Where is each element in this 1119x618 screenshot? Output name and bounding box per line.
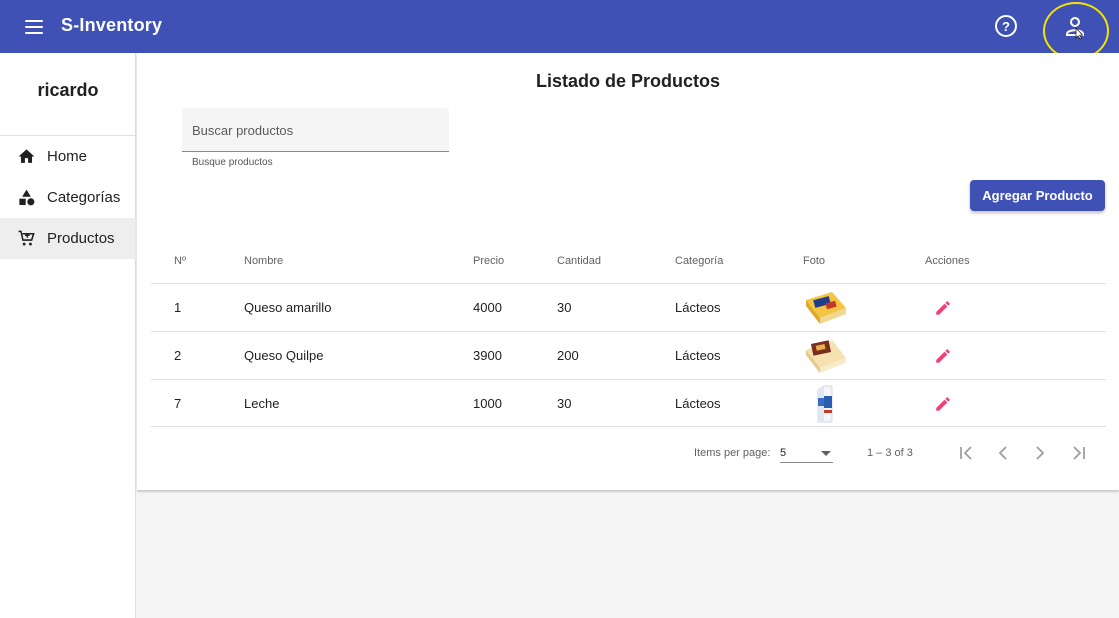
- table-row: 7 Leche 1000 30 Lácteos: [151, 379, 1106, 427]
- menu-icon-bar: [25, 20, 43, 22]
- paginator: Items per page: 5 1 – 3 of 3: [137, 441, 1119, 465]
- column-header: Categoría: [675, 255, 724, 267]
- help-icon[interactable]: ?: [995, 15, 1017, 37]
- quilpe-cheese-photo: [806, 340, 846, 373]
- page-title: Listado de Productos: [535, 71, 721, 91]
- sidebar-item-label: Home: [47, 148, 88, 165]
- cell-cantidad: 30: [557, 300, 572, 315]
- last-page-icon[interactable]: [1067, 441, 1091, 465]
- items-per-page-label: Items per page:: [694, 447, 771, 459]
- previous-page-icon[interactable]: [991, 441, 1015, 465]
- cell-precio: 1000: [473, 396, 502, 411]
- cell-no: 7: [174, 396, 182, 411]
- table-row: 2 Queso Quilpe 3900 200 Lácteos: [151, 331, 1106, 379]
- edit-icon[interactable]: [934, 347, 952, 365]
- first-page-icon[interactable]: [954, 441, 978, 465]
- yellow-cheese-photo: [806, 292, 846, 324]
- search-field[interactable]: [182, 108, 449, 152]
- search-input[interactable]: [192, 119, 442, 141]
- chevron-down-icon: [821, 451, 831, 456]
- cell-categoria: Lácteos: [675, 396, 721, 411]
- cell-nombre: Queso Quilpe: [244, 348, 324, 363]
- edit-icon[interactable]: [934, 299, 952, 317]
- column-header: Cantidad: [557, 255, 602, 267]
- cell-nombre: Leche: [244, 396, 280, 411]
- shapes-icon: [19, 189, 35, 206]
- cell-no: 1: [174, 300, 182, 315]
- edit-icon[interactable]: [934, 395, 952, 413]
- cell-categoria: Lácteos: [675, 348, 721, 363]
- app-title: S-Inventory: [61, 15, 163, 35]
- page-range-label: 1 – 3 of 3: [867, 447, 913, 459]
- menu-icon-bar: [25, 26, 43, 28]
- sidebar-item-label: Categorías: [47, 189, 121, 206]
- column-header: Foto: [803, 255, 826, 267]
- sidebar-user-name: ricardo: [37, 80, 99, 100]
- sidebar-item-label: Productos: [47, 230, 115, 247]
- sidebar: ricardo Home Categorías Productos: [0, 53, 136, 618]
- add-product-button[interactable]: Agregar Producto: [970, 180, 1105, 211]
- column-header: Acciones: [925, 255, 970, 267]
- table-row: 1 Queso amarillo 4000 30 Lácteos: [151, 283, 1106, 331]
- cart-icon: [18, 230, 35, 246]
- column-header: Nº: [174, 255, 186, 267]
- search-hint: Busque productos: [192, 157, 273, 168]
- cell-nombre: Queso amarillo: [244, 300, 332, 315]
- menu-icon-bar: [25, 32, 43, 34]
- cell-cantidad: 200: [557, 348, 579, 363]
- column-header: Nombre: [244, 255, 284, 267]
- sidebar-item-productos[interactable]: Productos: [0, 218, 136, 259]
- items-per-page-value: 5: [780, 447, 787, 459]
- top-toolbar: S-Inventory ?: [0, 0, 1119, 60]
- cell-precio: 4000: [473, 300, 502, 315]
- menu-button[interactable]: [18, 14, 50, 40]
- sidebar-item-categorias[interactable]: Categorías: [0, 177, 136, 218]
- sidebar-item-home[interactable]: Home: [0, 136, 136, 177]
- items-per-page-select[interactable]: 5: [780, 443, 833, 463]
- cell-categoria: Lácteos: [675, 300, 721, 315]
- next-page-icon[interactable]: [1028, 441, 1052, 465]
- column-header: Precio: [473, 255, 505, 267]
- cell-precio: 3900: [473, 348, 502, 363]
- home-icon: [18, 149, 35, 163]
- cell-no: 2: [174, 348, 182, 363]
- click-highlight-ring: [1043, 2, 1109, 60]
- cell-cantidad: 30: [557, 396, 572, 411]
- milk-carton-photo: [817, 385, 833, 423]
- products-card: Listado de Productos Busque productos Ag…: [137, 53, 1119, 490]
